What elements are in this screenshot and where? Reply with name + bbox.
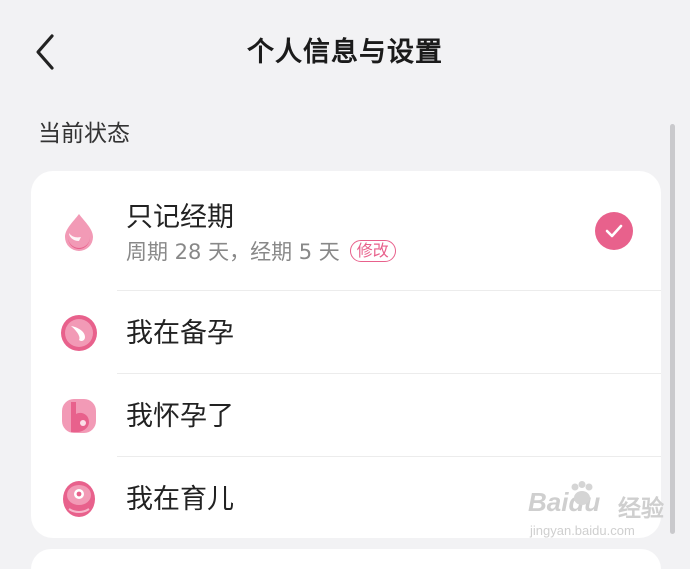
- status-option-label: 我在备孕: [126, 318, 234, 349]
- cycle-summary-text: 周期 28 天，经期 5 天: [126, 240, 340, 264]
- status-option-pregnant[interactable]: 我怀孕了: [31, 374, 661, 457]
- pregnant-icon: [59, 396, 99, 436]
- scrollbar[interactable]: [670, 124, 675, 534]
- watermark-url: jingyan.baidu.com: [530, 523, 635, 538]
- status-option-trying-to-conceive[interactable]: 我在备孕: [31, 291, 661, 374]
- status-option-label: 只记经期: [126, 202, 234, 233]
- baby-icon: [59, 479, 99, 519]
- edit-cycle-button[interactable]: 修改: [349, 240, 396, 262]
- ovum-icon: [59, 313, 99, 353]
- next-card-edge: [31, 549, 661, 569]
- paw-icon: [571, 481, 593, 505]
- navigation-bar: 个人信息与设置: [0, 0, 690, 104]
- section-label: 当前状态: [38, 121, 130, 147]
- cycle-summary: 周期 28 天，经期 5 天 修改: [126, 236, 396, 266]
- drop-icon: [59, 211, 99, 251]
- page-title: 个人信息与设置: [247, 37, 443, 68]
- status-option-period-only[interactable]: 只记经期 周期 28 天，经期 5 天 修改: [31, 171, 661, 291]
- baidu-jingyan-watermark: Baidu 经验 jingyan.baidu.com: [528, 481, 678, 545]
- watermark-suffix: 经验: [618, 495, 664, 521]
- status-option-label: 我在育儿: [126, 484, 234, 515]
- status-option-label: 我怀孕了: [126, 401, 234, 432]
- selected-check-icon: [595, 212, 633, 250]
